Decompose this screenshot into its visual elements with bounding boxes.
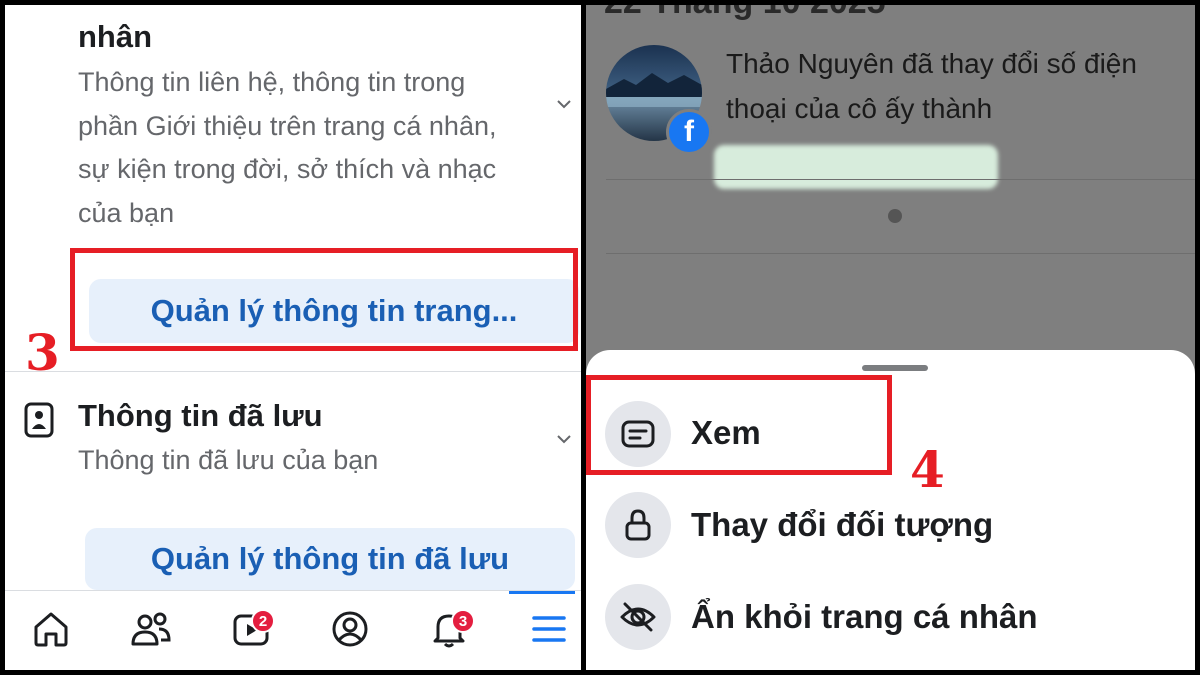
friends-icon — [131, 612, 171, 646]
highlight-box-step-3 — [70, 248, 578, 351]
lock-icon — [625, 509, 651, 541]
option-icon-change-audience[interactable] — [605, 492, 671, 558]
menu-icon — [532, 616, 566, 642]
row-divider — [606, 179, 1195, 180]
tab-profile[interactable] — [320, 599, 380, 659]
section-description-saved-info: Thông tin đã lưu của bạn — [78, 445, 379, 475]
left-panel: nhân Thông tin liên hệ, thông tin trong … — [5, 5, 581, 670]
redacted-phone-number — [714, 145, 998, 189]
step-number-4: 4 — [910, 440, 945, 499]
highlight-box-step-4 — [586, 375, 892, 475]
section-title-profile-info: nhân — [78, 19, 153, 54]
chevron-down-icon[interactable] — [555, 433, 573, 445]
profile-info-icon — [25, 5, 59, 13]
manage-saved-info-button[interactable]: Quản lý thông tin đã lưu — [85, 528, 575, 590]
saved-info-icon — [24, 402, 54, 438]
row-divider — [606, 253, 1195, 254]
profile-icon — [332, 611, 368, 647]
active-tab-indicator — [509, 591, 575, 594]
tab-menu[interactable] — [519, 599, 579, 659]
option-hide-from-profile[interactable]: Ẩn khỏi trang cá nhân — [691, 598, 1038, 636]
sheet-drag-handle[interactable] — [862, 365, 928, 371]
section-description-profile-info: Thông tin liên hệ, thông tin trong phần … — [78, 67, 497, 228]
eye-slash-icon — [620, 602, 656, 632]
option-change-audience[interactable]: Thay đổi đối tượng — [691, 506, 993, 544]
section-title-saved-info: Thông tin đã lưu — [78, 398, 323, 433]
tab-home[interactable] — [21, 599, 81, 659]
chevron-down-icon[interactable] — [555, 98, 573, 110]
right-panel: 22 Tháng 10 2025 f Thảo Nguyên đã thay đ… — [586, 5, 1195, 670]
section-divider — [5, 371, 581, 372]
notifications-badge: 3 — [451, 609, 475, 633]
facebook-icon: f — [666, 109, 712, 155]
home-icon — [34, 612, 68, 647]
tab-video[interactable] — [221, 599, 281, 659]
option-icon-hide-from-profile[interactable] — [605, 584, 671, 650]
loading-dot — [888, 209, 902, 223]
notification-text: Thảo Nguyên đã thay đổi số điện thoại củ… — [726, 48, 1137, 124]
bottom-tab-bar: 2 3 — [5, 590, 581, 670]
date-header: 22 Tháng 10 2025 — [604, 5, 886, 22]
tab-friends[interactable] — [121, 599, 181, 659]
video-notification-badge: 2 — [251, 609, 275, 633]
screenshot-frame: nhân Thông tin liên hệ, thông tin trong … — [5, 5, 1195, 670]
